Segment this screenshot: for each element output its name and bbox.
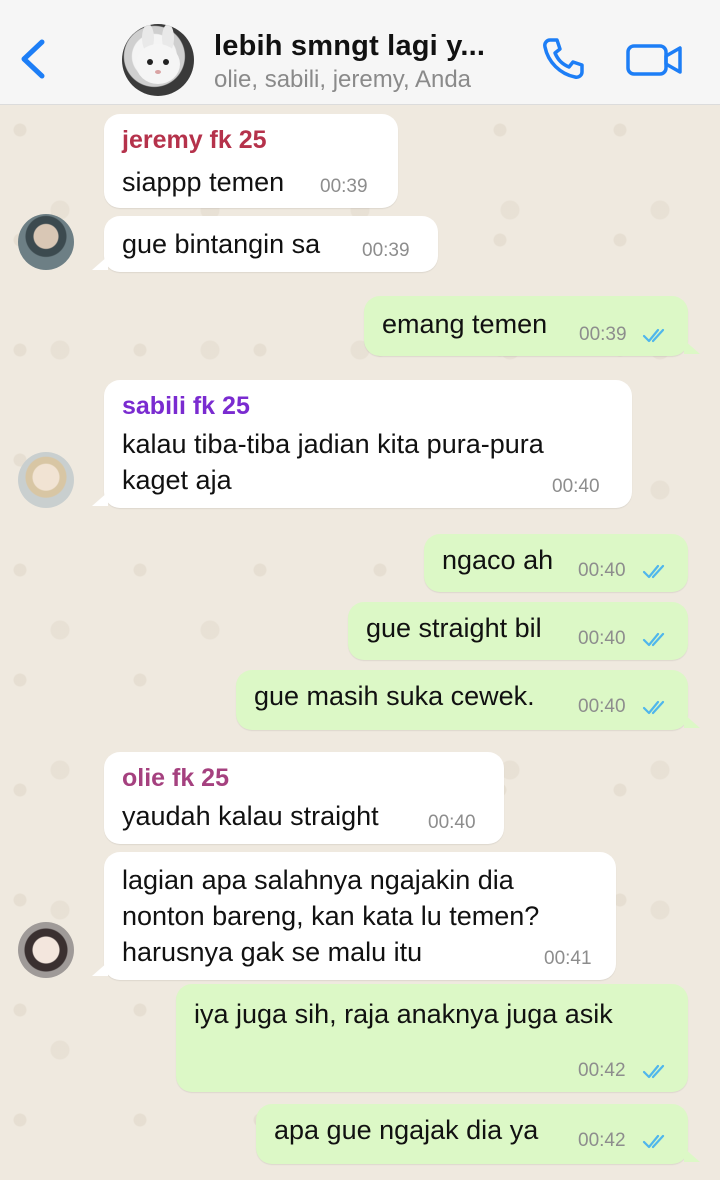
message-incoming[interactable]: sabili fk 25 kalau tiba-tiba jadian kita…: [92, 380, 632, 508]
message-text: yaudah kalau straight: [122, 801, 379, 831]
double-check-icon: [642, 328, 665, 343]
message-text: kalau tiba-tiba jadian kita pura-pura: [122, 429, 544, 459]
message-text: lagian apa salahnya ngajakin dia: [122, 865, 514, 895]
message-time: 00:40: [552, 476, 600, 497]
message-incoming[interactable]: jeremy fk 25 siappp temen 00:39: [104, 114, 398, 208]
message-text: gue masih suka cewek.: [254, 681, 535, 711]
message-text: nonton bareng, kan kata lu temen?: [122, 901, 540, 931]
message-time: 00:40: [578, 696, 626, 717]
message-outgoing[interactable]: iya juga sih, raja anaknya juga asik 00:…: [176, 984, 688, 1092]
chat-title[interactable]: lebih smngt lagi y...: [214, 30, 524, 63]
message-text: emang temen: [382, 309, 548, 339]
message-outgoing[interactable]: emang temen 00:39: [364, 296, 700, 356]
message-outgoing[interactable]: ngaco ah 00:40: [424, 534, 688, 592]
double-check-icon: [642, 564, 665, 579]
avatar-sabili[interactable]: [18, 452, 74, 508]
group-avatar[interactable]: [122, 24, 194, 96]
rabbit-photo: [136, 24, 180, 84]
message-outgoing[interactable]: apa gue ngajak dia ya 00:42: [256, 1104, 700, 1164]
double-check-icon: [642, 1134, 665, 1149]
message-time: 00:40: [428, 812, 476, 833]
bubble-tail: [684, 340, 700, 354]
double-check-icon: [642, 632, 665, 647]
message-text: iya juga sih, raja anaknya juga asik: [194, 999, 613, 1029]
message-text: gue bintangin sa: [122, 229, 321, 259]
message-outgoing[interactable]: gue masih suka cewek. 00:40: [236, 670, 700, 730]
message-text: apa gue ngajak dia ya: [274, 1115, 539, 1145]
avatar-jeremy[interactable]: [18, 214, 74, 270]
message-time: 00:40: [578, 628, 626, 649]
message-incoming[interactable]: lagian apa salahnya ngajakin dia nonton …: [92, 852, 616, 980]
bubble-tail: [92, 962, 108, 976]
bubble-tail: [92, 256, 108, 270]
bubble-tail: [92, 492, 108, 506]
double-check-icon: [642, 1064, 665, 1079]
voice-call-button[interactable]: [538, 34, 588, 84]
message-time: 00:39: [320, 176, 368, 197]
message-outgoing[interactable]: gue straight bil 00:40: [348, 602, 688, 660]
message-time: 00:42: [578, 1060, 626, 1081]
chevron-left-icon: [21, 39, 45, 79]
sender-name: sabili fk 25: [122, 392, 250, 420]
message-incoming[interactable]: gue bintangin sa 00:39: [92, 216, 438, 272]
chat-participants[interactable]: olie, sabili, jeremy, Anda: [214, 66, 524, 94]
sender-name: jeremy fk 25: [122, 126, 267, 154]
phone-icon: [543, 38, 584, 79]
video-camera-icon: [626, 44, 682, 76]
message-text: gue straight bil: [366, 613, 542, 643]
message-text: kaget aja: [122, 465, 232, 495]
message-time: 00:39: [579, 324, 627, 345]
sender-name: olie fk 25: [122, 764, 229, 792]
message-time: 00:42: [578, 1130, 626, 1151]
message-time: 00:40: [578, 560, 626, 581]
message-time: 00:39: [362, 240, 410, 261]
double-check-icon: [642, 700, 665, 715]
message-incoming[interactable]: olie fk 25 yaudah kalau straight 00:40: [104, 752, 504, 844]
avatar-olie[interactable]: [18, 922, 74, 978]
message-text: ngaco ah: [442, 545, 554, 575]
message-text: siappp temen: [122, 167, 285, 197]
chat-header: lebih smngt lagi y... olie, sabili, jere…: [0, 0, 720, 105]
back-button[interactable]: [14, 34, 54, 84]
message-text: harusnya gak se malu itu: [122, 937, 423, 967]
message-time: 00:41: [544, 948, 592, 969]
bubble-tail: [684, 714, 700, 728]
video-call-button[interactable]: [624, 36, 686, 84]
bubble-tail: [684, 1148, 700, 1162]
